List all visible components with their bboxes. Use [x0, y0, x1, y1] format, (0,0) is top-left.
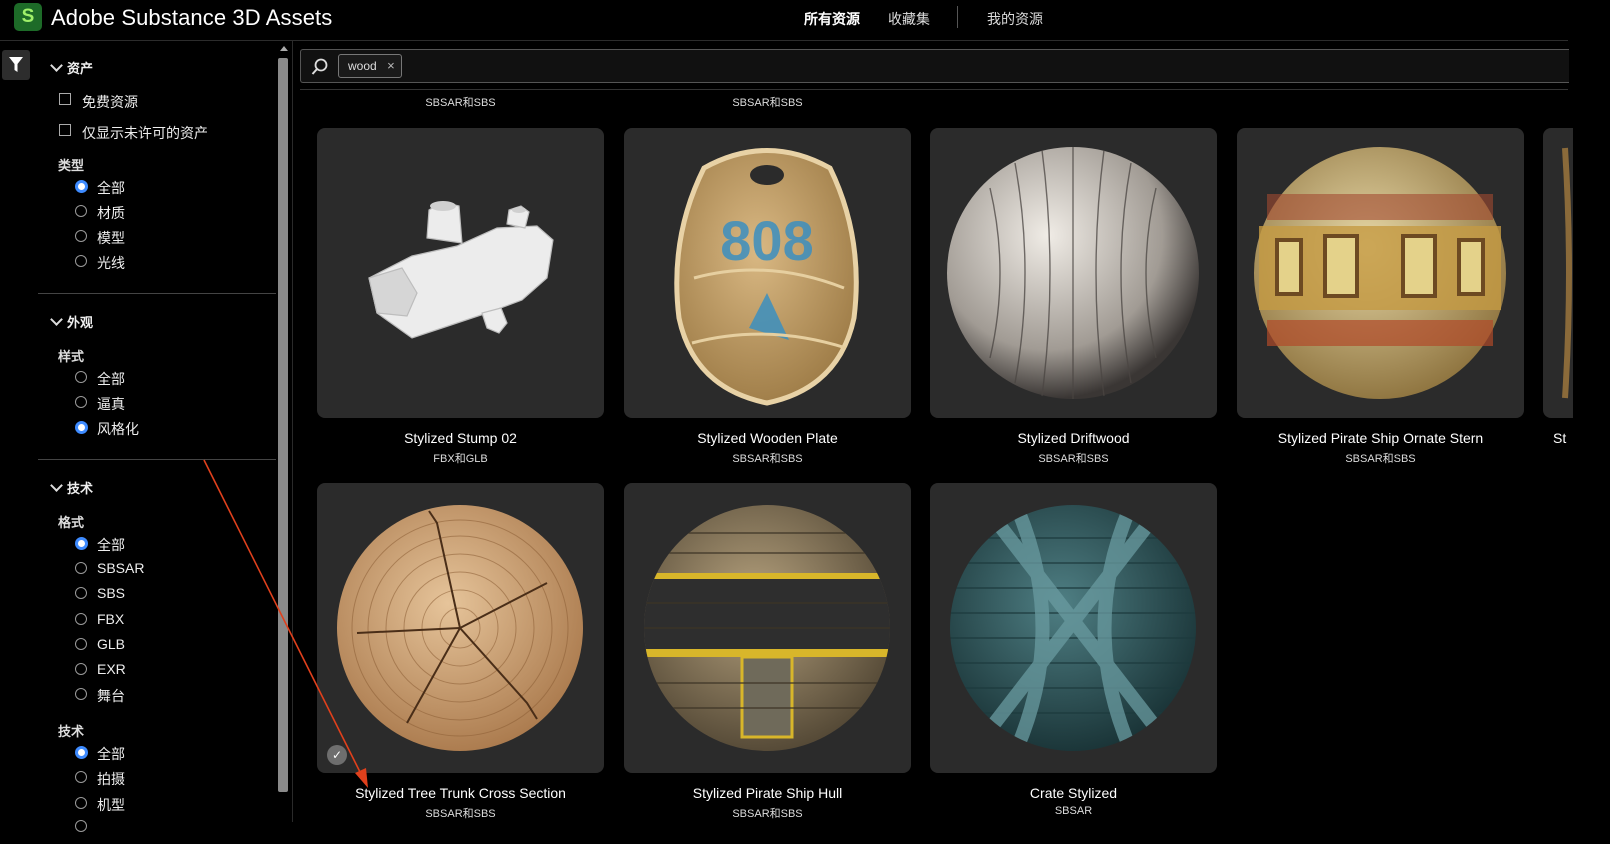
asset-thumbnail[interactable]: ✓ [317, 483, 604, 773]
asset-format: SBSAR和SBS [425, 808, 496, 820]
radio-button[interactable] [75, 688, 87, 700]
asset-card-partial[interactable] [1543, 128, 1573, 418]
asset-format: SBSAR和SBS [1038, 453, 1109, 465]
radio-label: SBS [97, 585, 126, 601]
radio-button[interactable] [75, 230, 87, 242]
search-bar[interactable]: wood × [300, 49, 1569, 83]
radio-label: 光线 [97, 255, 125, 271]
radio-button[interactable] [75, 820, 87, 832]
asset-thumbnail[interactable] [624, 483, 911, 773]
asset-thumbnail[interactable] [1237, 128, 1524, 418]
asset-format: SBSAR和SBS [732, 808, 803, 820]
nav-all-assets[interactable]: 所有资源 [804, 9, 860, 29]
radio-label: 舞台 [97, 688, 125, 704]
search-tag-label: wood [348, 59, 377, 73]
asset-thumbnail[interactable] [930, 128, 1217, 418]
radio-label: 风格化 [97, 421, 139, 437]
technique-heading: 技术 [58, 724, 85, 739]
radio-button[interactable] [75, 746, 88, 759]
checkbox-box[interactable] [59, 124, 71, 136]
svg-text:808: 808 [720, 209, 813, 272]
search-icon [311, 58, 328, 75]
radio-button[interactable] [75, 205, 87, 217]
asset-name[interactable]: Stylized Driftwood [930, 430, 1217, 446]
radio-label: 逼真 [97, 396, 125, 412]
filter-toggle-button[interactable] [2, 50, 30, 80]
radio-label: SBSAR [97, 560, 145, 576]
nav-my-assets[interactable]: 我的资源 [987, 9, 1043, 29]
radio-button[interactable] [75, 421, 88, 434]
chevron-down-icon [50, 59, 63, 72]
nav-collections[interactable]: 收藏集 [888, 9, 930, 29]
selected-check-icon[interactable]: ✓ [327, 745, 347, 765]
style-heading: 样式 [58, 349, 85, 364]
asset-name[interactable]: Stylized Stump 02 [317, 430, 604, 446]
previous-row-format: SBSAR和SBS [425, 97, 496, 109]
radio-label: FBX [97, 611, 125, 627]
radio-label: 模型 [97, 230, 125, 246]
app-title: Adobe Substance 3D Assets [51, 5, 333, 30]
radio-button[interactable] [75, 562, 87, 574]
asset-thumbnail[interactable] [317, 128, 604, 418]
radio-button[interactable] [75, 797, 87, 809]
asset-format: SBSAR [1054, 805, 1093, 817]
checkbox-label: 免费资源 [82, 94, 138, 110]
radio-label: 全部 [97, 371, 125, 387]
asset-thumbnail[interactable]: 808 [624, 128, 911, 418]
asset-name[interactable]: Stylized Pirate Ship Ornate Stern [1237, 430, 1524, 446]
search-tag[interactable]: wood × [338, 54, 402, 78]
type-heading: 类型 [58, 158, 85, 173]
radio-button[interactable] [75, 638, 87, 650]
filter-icon [9, 57, 23, 72]
radio-button[interactable] [75, 613, 87, 625]
results-top-divider [300, 89, 1568, 90]
section-appearance-toggle[interactable]: 外观 [50, 312, 93, 331]
radio-label: 材质 [97, 205, 125, 221]
section-assets-toggle[interactable]: 资产 [50, 58, 93, 77]
radio-label: 机型 [97, 797, 125, 813]
radio-button[interactable] [75, 771, 87, 783]
radio-button[interactable] [75, 587, 87, 599]
asset-format: FBX和GLB [433, 453, 488, 465]
nav-divider [957, 6, 958, 28]
substance-logo-icon: S [14, 3, 42, 31]
left-rail [0, 41, 39, 822]
section-divider [38, 459, 276, 460]
top-bar: S Adobe Substance 3D Assets 所有资源 收藏集 我的资… [0, 0, 1568, 41]
chevron-down-icon [50, 479, 63, 492]
radio-label: EXR [97, 661, 126, 677]
radio-label: GLB [97, 636, 126, 652]
asset-name[interactable]: Stylized Tree Trunk Cross Section [317, 785, 604, 801]
asset-thumbnail[interactable] [930, 483, 1217, 773]
asset-format: SBSAR和SBS [732, 453, 803, 465]
asset-name-partial[interactable]: St [1553, 430, 1566, 446]
panel-separator [292, 41, 293, 822]
radio-label: 全部 [97, 537, 125, 553]
radio-button[interactable] [75, 255, 87, 267]
asset-name[interactable]: Stylized Wooden Plate [624, 430, 911, 446]
scrollbar-thumb[interactable] [278, 58, 288, 792]
asset-format: SBSAR和SBS [1345, 453, 1416, 465]
radio-button[interactable] [75, 371, 87, 383]
radio-button[interactable] [75, 396, 87, 408]
radio-button[interactable] [75, 180, 88, 193]
asset-name[interactable]: Crate Stylized [930, 785, 1217, 801]
radio-label: 全部 [97, 746, 125, 762]
section-technical-toggle[interactable]: 技术 [50, 478, 93, 497]
asset-name[interactable]: Stylized Pirate Ship Hull [624, 785, 911, 801]
radio-button[interactable] [75, 537, 88, 550]
format-heading: 格式 [58, 515, 85, 530]
previous-row-format: SBSAR和SBS [732, 97, 803, 109]
chevron-down-icon [50, 313, 63, 326]
radio-label: 拍摄 [97, 771, 125, 787]
checkbox-box[interactable] [59, 93, 71, 105]
checkbox-label: 仅显示未许可的资产 [82, 125, 208, 141]
radio-button[interactable] [75, 663, 87, 675]
scroll-up-arrow-icon[interactable] [280, 46, 288, 51]
radio-label: 全部 [97, 180, 125, 196]
section-divider [38, 293, 276, 294]
remove-tag-icon[interactable]: × [387, 55, 395, 77]
